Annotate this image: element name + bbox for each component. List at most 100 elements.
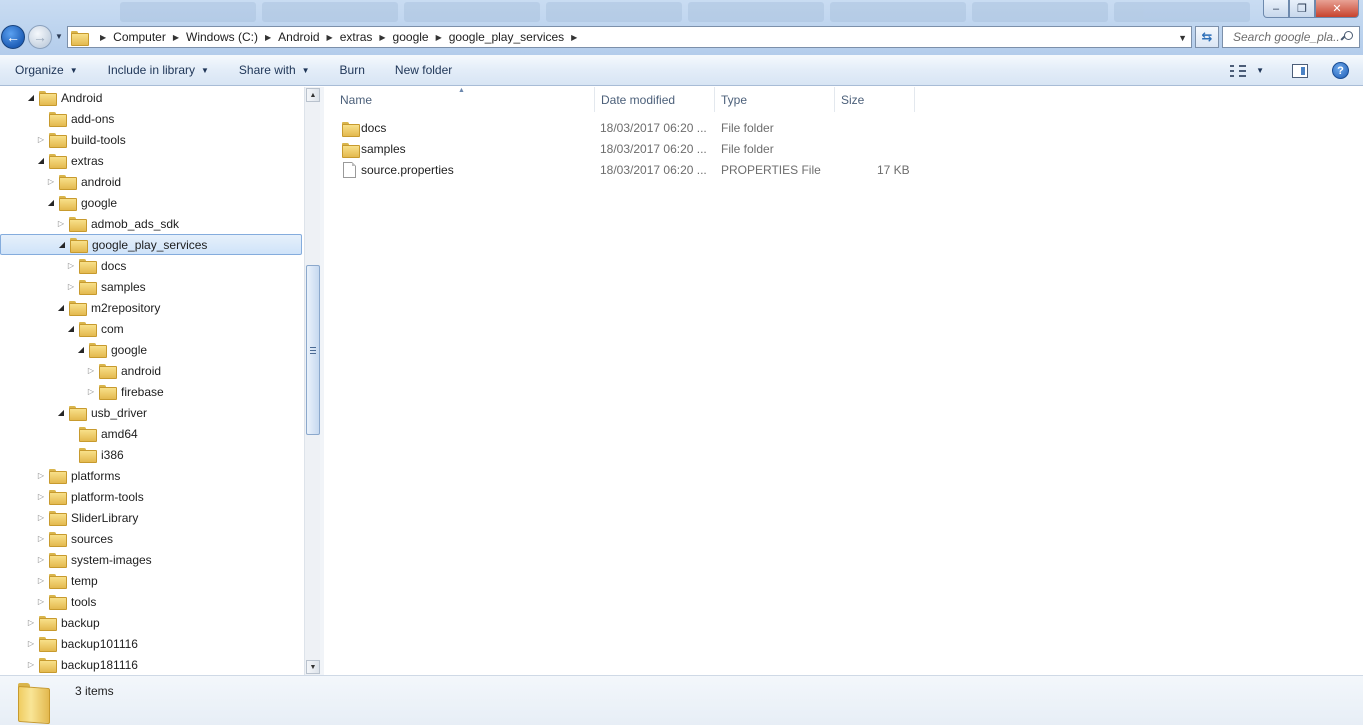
breadcrumb-extras[interactable]: extras [340, 30, 373, 44]
expand-arrow-icon[interactable]: ▷ [66, 261, 76, 271]
breadcrumb-google[interactable]: google [393, 30, 429, 44]
collapse-arrow-icon[interactable]: ◢ [57, 240, 67, 250]
expand-arrow-icon[interactable]: ▷ [36, 576, 46, 586]
expand-arrow-icon[interactable]: ▷ [36, 555, 46, 565]
column-header-size[interactable]: Size [835, 87, 915, 112]
include-in-library-button[interactable]: Include in library ▼ [93, 55, 224, 85]
scroll-up-button[interactable]: ▲ [306, 88, 320, 102]
expand-arrow-icon[interactable]: ▷ [46, 177, 56, 187]
tree-item[interactable]: ▷ firebase [0, 381, 302, 402]
scrollbar-thumb[interactable] [306, 265, 320, 435]
tree-item[interactable]: ▷ platforms [0, 465, 302, 486]
column-header-name[interactable]: Name [324, 87, 595, 112]
expand-arrow-icon[interactable]: ▷ [86, 387, 96, 397]
chevron-right-icon[interactable]: ▶ [379, 33, 385, 42]
tree-item[interactable]: ▷ platform-tools [0, 486, 302, 507]
tree-item[interactable]: ◢ Android [0, 87, 302, 108]
column-header-type[interactable]: Type [715, 87, 835, 112]
chevron-down-icon[interactable]: ▼ [1256, 66, 1264, 75]
tree-item[interactable]: ◢ extras [0, 150, 302, 171]
expand-arrow-icon[interactable]: ▷ [26, 618, 36, 628]
help-button[interactable]: ? [1332, 62, 1349, 79]
tree-item[interactable]: ◢ usb_driver [0, 402, 302, 423]
tree-item[interactable]: ▷ backup101116 [0, 633, 302, 654]
chevron-right-icon[interactable]: ▶ [571, 33, 577, 42]
chevron-down-icon[interactable]: ▼ [1178, 33, 1187, 43]
navigation-pane[interactable]: ◢Android▷add-ons▷build-tools◢extras▷andr… [0, 87, 304, 675]
address-bar[interactable]: ▶ Computer ▶ Windows (C:) ▶ Android ▶ extra… [67, 26, 1192, 48]
tree-item[interactable]: ▷ samples [0, 276, 302, 297]
breadcrumb-android[interactable]: Android [278, 30, 319, 44]
tree-item[interactable]: ▷ admob_ads_sdk [0, 213, 302, 234]
recent-pages-dropdown[interactable]: ▼ [55, 32, 63, 41]
breadcrumb-computer[interactable]: Computer [113, 30, 166, 44]
tree-item[interactable]: ▷ system-images [0, 549, 302, 570]
chevron-right-icon[interactable]: ▶ [265, 33, 271, 42]
tree-item[interactable]: ◢ google [0, 339, 302, 360]
expand-arrow-icon[interactable]: ▷ [26, 660, 36, 670]
expand-arrow-icon[interactable]: ▷ [36, 135, 46, 145]
file-row[interactable]: source.properties 18/03/2017 06:20 ... PRO… [324, 160, 924, 181]
expand-arrow-icon[interactable]: ▷ [36, 513, 46, 523]
chevron-right-icon[interactable]: ▶ [173, 33, 179, 42]
tree-item[interactable]: ◢ com [0, 318, 302, 339]
tree-item[interactable]: ▷add-ons [0, 108, 302, 129]
file-row[interactable]: samples 18/03/2017 06:20 ... File folder [324, 139, 924, 160]
collapse-arrow-icon[interactable]: ◢ [56, 303, 66, 313]
chevron-right-icon[interactable]: ▶ [100, 33, 106, 42]
forward-button[interactable]: → [28, 25, 52, 49]
search-icon[interactable] [1341, 31, 1353, 43]
tree-item[interactable]: ◢ m2repository [0, 297, 302, 318]
tree-item[interactable]: ▷ sources [0, 528, 302, 549]
tree-item[interactable]: ▷ tools [0, 591, 302, 612]
preview-pane-button[interactable] [1292, 63, 1308, 78]
chevron-right-icon[interactable]: ▶ [327, 33, 333, 42]
back-button[interactable]: ← [1, 25, 25, 49]
tree-item[interactable]: ▷ docs [0, 255, 302, 276]
expand-arrow-icon[interactable]: ▷ [56, 219, 66, 229]
expand-arrow-icon[interactable]: ▷ [26, 639, 36, 649]
expand-arrow-icon[interactable]: ▷ [36, 534, 46, 544]
tree-item[interactable]: ◢ google [0, 192, 302, 213]
scroll-down-button[interactable]: ▼ [306, 660, 320, 674]
collapse-arrow-icon[interactable]: ◢ [56, 408, 66, 418]
file-row[interactable]: docs 18/03/2017 06:20 ... File folder [324, 118, 924, 139]
tree-item[interactable]: ▷ backup [0, 612, 302, 633]
change-view-button[interactable]: ▼ [1230, 64, 1264, 77]
tree-item[interactable]: ▷ android [0, 360, 302, 381]
collapse-arrow-icon[interactable]: ◢ [26, 93, 36, 103]
tree-item[interactable]: ▷ SliderLibrary [0, 507, 302, 528]
breadcrumb-windows-c[interactable]: Windows (C:) [186, 30, 258, 44]
collapse-arrow-icon[interactable]: ◢ [36, 156, 46, 166]
refresh-button[interactable]: ⇆ [1195, 26, 1219, 48]
collapse-arrow-icon[interactable]: ◢ [46, 198, 56, 208]
breadcrumb-google-play-services[interactable]: google_play_services [449, 30, 564, 44]
tree-item[interactable]: ▷ android [0, 171, 302, 192]
search-input[interactable] [1233, 30, 1339, 44]
tree-item[interactable]: ▷i386 [0, 444, 302, 465]
expand-arrow-icon[interactable]: ▷ [86, 366, 96, 376]
expand-arrow-icon[interactable]: ▷ [66, 282, 76, 292]
share-with-button[interactable]: Share with ▼ [224, 55, 325, 85]
column-header-date-modified[interactable]: Date modified [595, 87, 715, 112]
tree-item[interactable]: ▷ backup181116 [0, 654, 302, 675]
expand-arrow-icon[interactable]: ▷ [36, 597, 46, 607]
expand-arrow-icon[interactable]: ▷ [36, 492, 46, 502]
tree-item[interactable]: ▷ build-tools [0, 129, 302, 150]
navigation-scrollbar[interactable]: ▲ ▼ [304, 87, 320, 675]
tree-item[interactable]: ▷ temp [0, 570, 302, 591]
collapse-arrow-icon[interactable]: ◢ [76, 345, 86, 355]
collapse-arrow-icon[interactable]: ◢ [66, 324, 76, 334]
expand-arrow-icon[interactable]: ▷ [36, 471, 46, 481]
burn-button[interactable]: Burn [325, 55, 380, 85]
close-button[interactable]: ✕ [1315, 0, 1359, 18]
new-folder-button[interactable]: New folder [380, 55, 467, 85]
tree-item[interactable]: ▷amd64 [0, 423, 302, 444]
organize-button[interactable]: Organize ▼ [0, 55, 93, 85]
file-list[interactable]: ▲ Name Date modified Type Size docs 18/03… [324, 87, 1363, 675]
tree-item[interactable]: ◢ google_play_services [0, 234, 302, 255]
minimize-button[interactable]: – [1263, 0, 1289, 18]
maximize-button[interactable]: ❐ [1289, 0, 1315, 18]
search-box[interactable] [1222, 26, 1360, 48]
chevron-right-icon[interactable]: ▶ [436, 33, 442, 42]
